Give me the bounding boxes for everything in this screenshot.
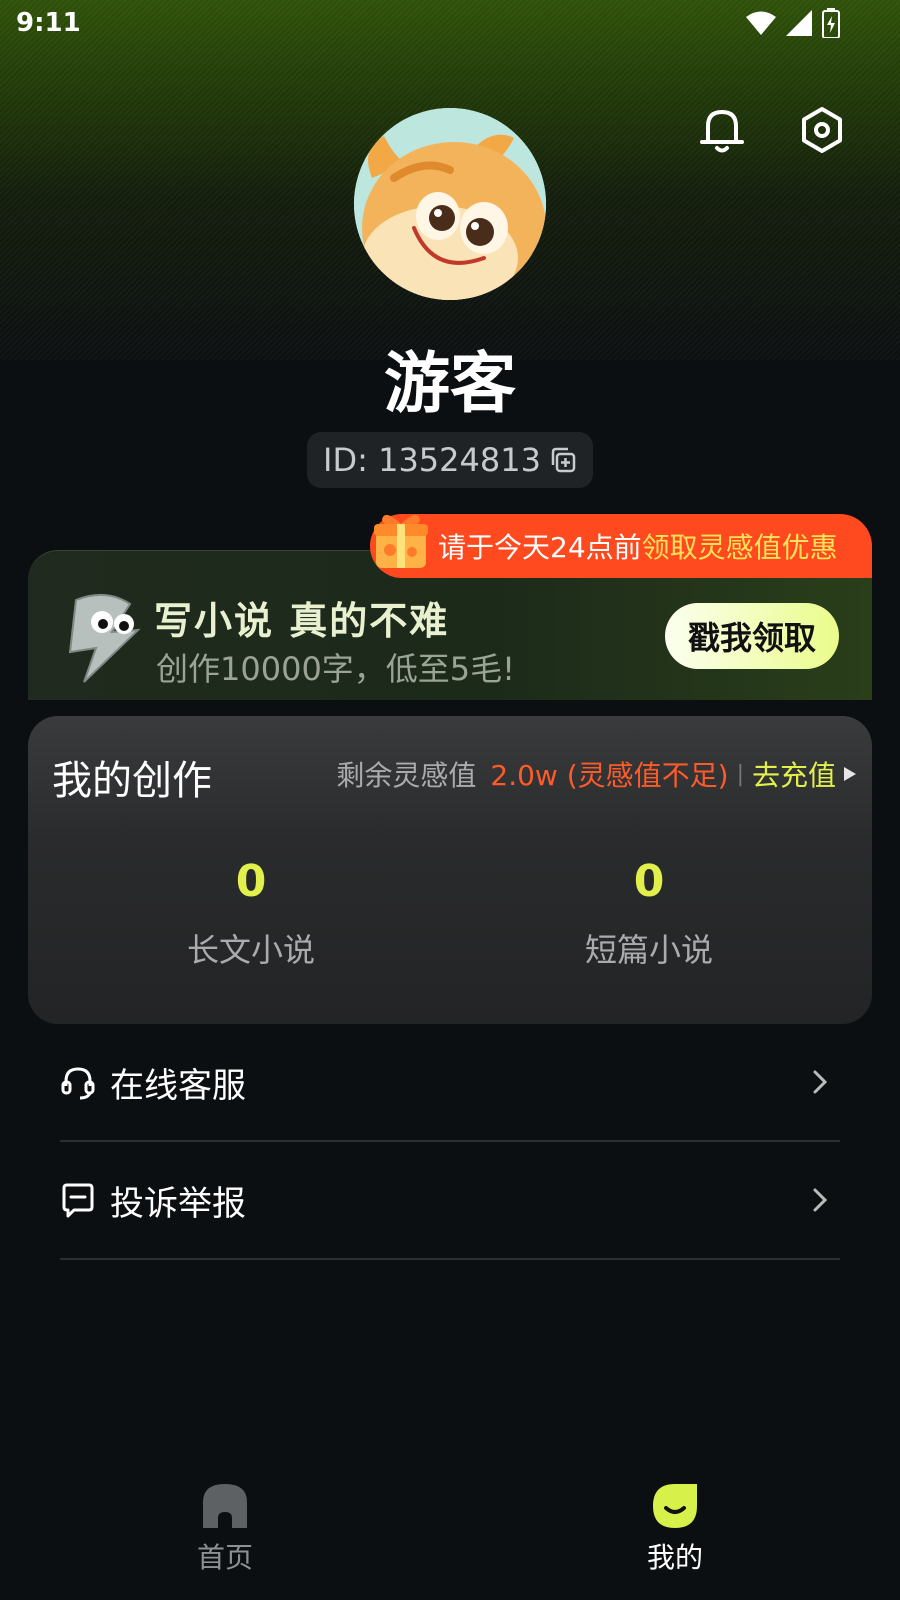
smile-icon [653,1484,697,1528]
bell-icon[interactable] [696,104,748,156]
stat-long-novel[interactable]: 0 长文小说 [131,856,371,971]
promo-tag[interactable]: 请于今天24点前 领取灵感值优惠 [370,514,872,578]
headset-icon [61,1067,95,1100]
username: 游客 [384,345,516,422]
menu-item-label: 投诉举报 [110,1183,246,1224]
play-arrow-icon [844,767,856,781]
chevron-right-icon [813,1188,828,1212]
home-icon [203,1484,247,1528]
cow-mascot-avatar-icon [354,108,546,300]
claim-button[interactable]: 戳我领取 [665,603,839,669]
inspiration-balance-value: 2.0w (灵感值不足) [490,759,729,792]
stat-short-story-label: 短篇小说 [584,931,713,969]
menu-item-label: 在线客服 [110,1065,246,1106]
message-icon [62,1183,94,1218]
tab-home-label: 首页 [196,1541,253,1574]
user-id-pill[interactable]: ID: 13524813 [307,432,593,488]
recharge-label: 去充值 [751,759,836,792]
signal-icon [786,10,812,36]
menu-divider [60,1258,840,1260]
menu-item-customer-service[interactable]: 在线客服 [60,1024,840,1140]
tab-home[interactable]: 首页 [155,1480,295,1576]
recharge-link[interactable]: 去充值 [752,754,858,794]
status-time: 9:11 [16,8,81,38]
status-bar: 9:11 [0,0,900,48]
lightning-mascot-icon [68,593,141,683]
stat-short-story-count: 0 [633,856,665,907]
promo-title: 写小说 真的不难 [154,599,450,643]
inspiration-balance-label: 剩余灵感值 [336,759,477,792]
stat-short-story[interactable]: 0 短篇小说 [529,856,769,971]
inspiration-balance-row: 剩余灵感值 2.0w (灵感值不足) | 去充值 [336,754,858,794]
wifi-icon [746,11,776,35]
menu-item-report[interactable]: 投诉举报 [60,1142,840,1258]
bottom-tab-bar: 首页 我的 [0,1480,900,1600]
promo-subtitle: 创作10000字，低至5毛! [156,650,515,688]
gift-icon [374,514,428,568]
divider: | [736,761,744,787]
tab-mine[interactable]: 我的 [605,1480,745,1576]
copy-icon[interactable] [549,446,577,474]
avatar[interactable] [354,108,546,300]
chevron-right-icon [813,1070,828,1094]
user-id-text: ID: 13524813 [323,441,541,479]
creation-title: 我的创作 [52,758,212,804]
settings-icon[interactable] [796,104,848,156]
stat-long-novel-count: 0 [235,856,267,907]
promo-tag-highlight: 领取灵感值优惠 [641,531,838,564]
tab-mine-label: 我的 [646,1541,703,1574]
battery-icon [822,8,840,38]
status-icons [746,8,840,38]
promo-tag-text: 请于今天24点前 [438,531,642,564]
stat-long-novel-label: 长文小说 [186,931,315,969]
